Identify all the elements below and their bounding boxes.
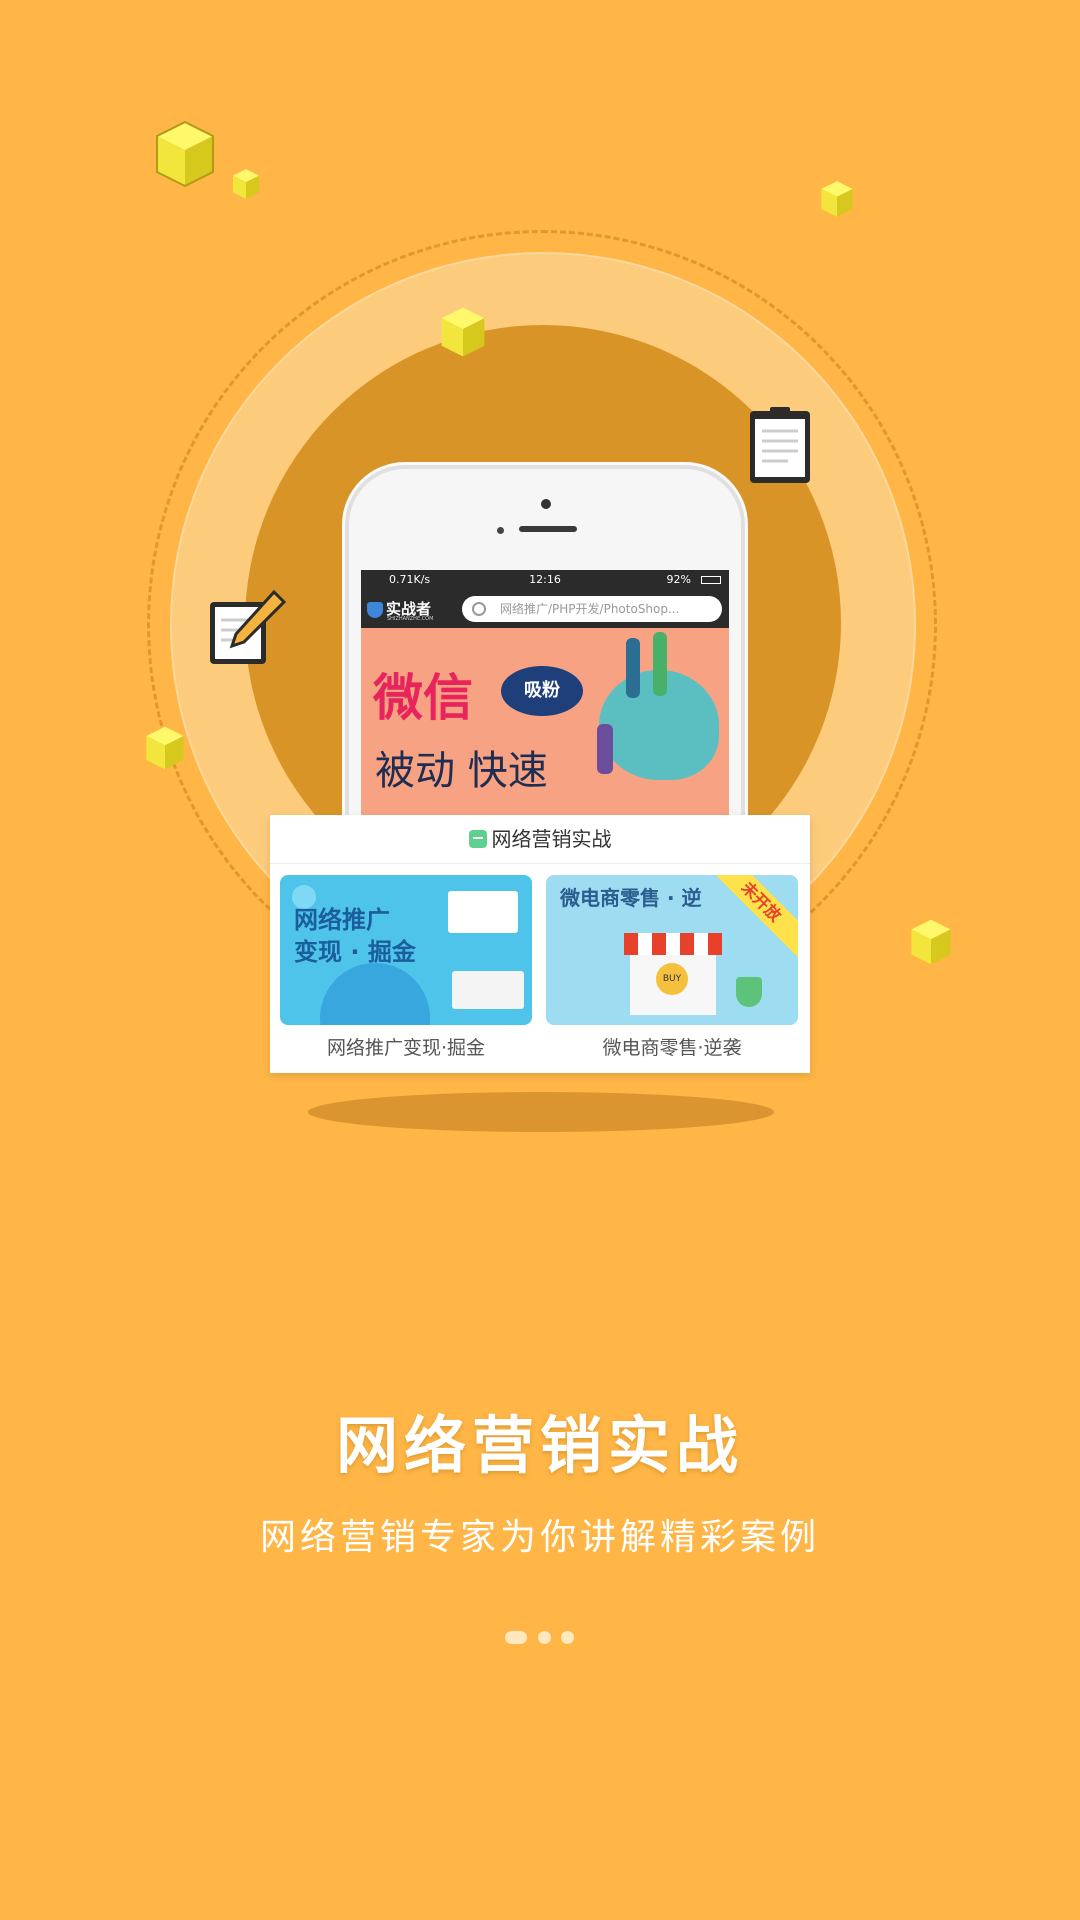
card-title: 网络营销实战 — [491, 827, 612, 851]
course-card: 网络营销实战 网络推广 变现 · 掘金 微电商零售 · 逆 未开放 BUY 网络… — [270, 815, 810, 1073]
phone-sensor — [497, 527, 504, 534]
cube-icon — [145, 725, 185, 771]
cube-icon — [820, 180, 854, 218]
shield-icon — [367, 601, 383, 618]
card-header: 网络营销实战 — [270, 815, 810, 864]
person-illustration — [597, 724, 613, 774]
search-input[interactable]: 网络推广/PHP开发/PhotoShop... — [462, 596, 722, 622]
briefcase-icon — [468, 830, 487, 848]
thumb-text-line1: 微电商零售 · 逆 — [560, 886, 702, 910]
shop-awning-illustration — [624, 933, 722, 955]
person-illustration — [626, 638, 640, 698]
battery-level: 92% — [666, 573, 691, 586]
battery-icon — [701, 576, 721, 584]
phone-screen: 0.71K/s 12:16 92% 实战者 SHIZHANZHE.COM 网络推… — [361, 570, 729, 840]
person-illustration — [653, 632, 667, 696]
banner-headline: 微信 — [373, 668, 473, 727]
promo-banner[interactable]: 微信 吸粉 被动 快速 — [361, 628, 729, 840]
buy-button-illustration: BUY — [656, 963, 688, 995]
banner-badge: 吸粉 — [501, 666, 583, 716]
cube-icon — [155, 120, 215, 188]
page-dot[interactable] — [538, 1631, 551, 1644]
card-shadow — [308, 1092, 774, 1132]
thumb-text-line2: 变现 · 掘金 — [294, 938, 416, 966]
cube-icon — [910, 918, 952, 966]
decor-circle — [320, 963, 430, 1025]
app-logo[interactable]: 实战者 SHIZHANZHE.COM — [367, 598, 434, 622]
app-header: 实战者 SHIZHANZHE.COM 网络推广/PHP开发/PhotoShop.… — [361, 590, 729, 628]
page-indicator — [505, 1631, 585, 1645]
shield-check-icon — [736, 977, 762, 1007]
course-thumb-promotion[interactable]: 网络推广 变现 · 掘金 — [280, 875, 532, 1025]
page-dot-active[interactable] — [505, 1631, 527, 1644]
app-domain: SHIZHANZHE.COM — [387, 616, 434, 622]
search-placeholder: 网络推广/PHP开发/PhotoShop... — [500, 602, 680, 616]
page-subtitle: 网络营销专家为你讲解精彩案例 — [259, 1517, 820, 1558]
page-title: 网络营销实战 — [335, 1409, 744, 1482]
thumb-text-line1: 网络推广 — [294, 906, 390, 934]
course-caption[interactable]: 微电商零售·逆袭 — [546, 1033, 798, 1060]
banner-subline: 被动 快速 — [375, 748, 548, 794]
phone-speaker — [519, 526, 577, 532]
note-pencil-icon — [208, 589, 288, 674]
course-caption[interactable]: 网络推广变现·掘金 — [280, 1033, 532, 1060]
keyboard-illustration — [452, 971, 524, 1009]
clipboard-icon — [748, 405, 812, 489]
phone-camera — [541, 499, 551, 509]
course-thumb-microcommerce[interactable]: 微电商零售 · 逆 未开放 BUY — [546, 875, 798, 1025]
document-illustration — [448, 891, 518, 933]
search-icon — [472, 602, 486, 616]
page-dot[interactable] — [561, 1631, 574, 1644]
cube-icon — [232, 168, 260, 200]
status-bar: 0.71K/s 12:16 92% — [361, 570, 729, 590]
cube-icon — [440, 306, 486, 358]
